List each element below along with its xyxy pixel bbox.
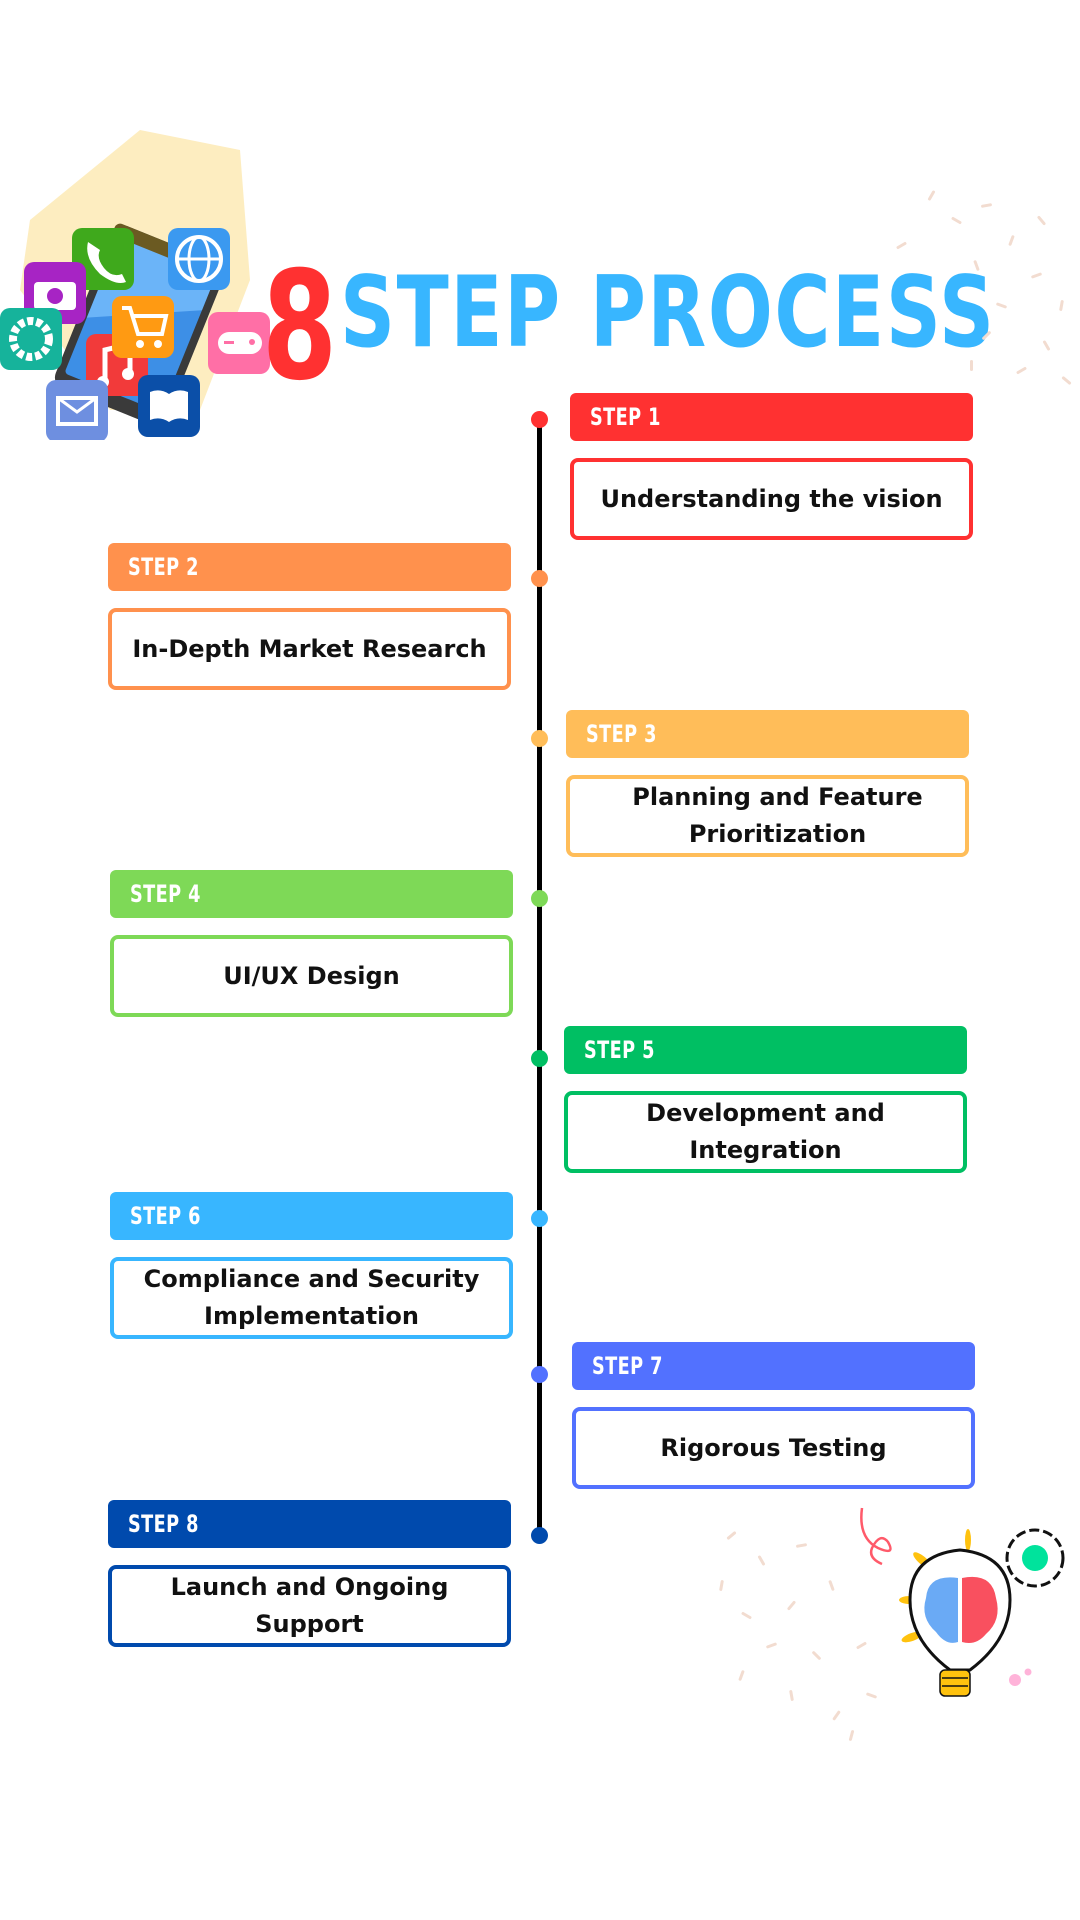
step-description: Understanding the vision (570, 458, 973, 540)
step-text: Planning and Feature Prioritization (632, 783, 923, 848)
timeline-dot-4 (531, 890, 548, 907)
title-number: 8 (262, 240, 337, 414)
step-text: UI/UX Design (223, 961, 400, 990)
step-4: STEP 4 UI/UX Design (110, 870, 513, 1017)
gear-icon (1005, 1528, 1065, 1588)
step-header: STEP 4 (110, 870, 513, 918)
mail-app-icon (46, 380, 108, 440)
step-text: In-Depth Market Research (132, 634, 487, 663)
step-label: STEP 3 (586, 720, 657, 748)
pink-dot-decoration (1024, 1668, 1032, 1676)
step-3: STEP 3 Planning and Feature Prioritizati… (566, 710, 969, 857)
settings-app-icon (0, 308, 62, 370)
step-label: STEP 4 (130, 880, 201, 908)
step-description: Compliance and Security Implementation (110, 1257, 513, 1339)
step-8: STEP 8 Launch and Ongoing Support (108, 1500, 511, 1647)
step-header: STEP 2 (108, 543, 511, 591)
step-description: Launch and Ongoing Support (108, 1565, 511, 1647)
bulb-base-icon (939, 1669, 971, 1697)
step-header: STEP 6 (110, 1192, 513, 1240)
step-7: STEP 7 Rigorous Testing (572, 1342, 975, 1489)
step-description: UI/UX Design (110, 935, 513, 1017)
step-header: STEP 7 (572, 1342, 975, 1390)
step-5: STEP 5 Development and Integration (564, 1026, 967, 1173)
step-text: Compliance and Security Implementation (143, 1265, 480, 1330)
game-controller-app-icon (208, 312, 270, 374)
step-label: STEP 2 (128, 553, 199, 581)
step-label: STEP 8 (128, 1510, 199, 1538)
step-header: STEP 3 (566, 710, 969, 758)
step-label: STEP 5 (584, 1036, 655, 1064)
page-title: STEP PROCESS (340, 256, 996, 370)
timeline-dot-8 (531, 1527, 548, 1544)
timeline-dot-3 (531, 730, 548, 747)
smartphone-apps-illustration (0, 130, 270, 440)
step-2: STEP 2 In-Depth Market Research (108, 543, 511, 690)
timeline-dot-1 (531, 411, 548, 428)
step-label: STEP 7 (592, 1352, 663, 1380)
lightbulb-brain-illustration (860, 1507, 1065, 1697)
step-description: Development and Integration (564, 1091, 967, 1173)
step-text: Launch and Ongoing Support (170, 1573, 449, 1638)
step-1: STEP 1 Understanding the vision (570, 393, 973, 540)
step-6: STEP 6 Compliance and Security Implement… (110, 1192, 513, 1339)
step-header: STEP 8 (108, 1500, 511, 1548)
shopping-cart-app-icon (112, 296, 174, 358)
timeline-dot-5 (531, 1050, 548, 1067)
book-app-icon (138, 375, 200, 437)
step-text: Development and Integration (646, 1099, 885, 1164)
step-header: STEP 5 (564, 1026, 967, 1074)
step-label: STEP 1 (590, 403, 661, 431)
timeline-dot-6 (531, 1210, 548, 1227)
timeline-dot-7 (531, 1366, 548, 1383)
step-description: Rigorous Testing (572, 1407, 975, 1489)
squiggle-decoration (860, 1507, 892, 1566)
step-text: Rigorous Testing (660, 1433, 887, 1462)
step-description: In-Depth Market Research (108, 608, 511, 690)
step-header: STEP 1 (570, 393, 973, 441)
step-text: Understanding the vision (600, 484, 943, 513)
step-label: STEP 6 (130, 1202, 201, 1230)
pink-dot-decoration (1009, 1674, 1021, 1686)
globe-app-icon (168, 228, 230, 290)
timeline-dot-2 (531, 570, 548, 587)
step-description: Planning and Feature Prioritization (566, 775, 969, 857)
